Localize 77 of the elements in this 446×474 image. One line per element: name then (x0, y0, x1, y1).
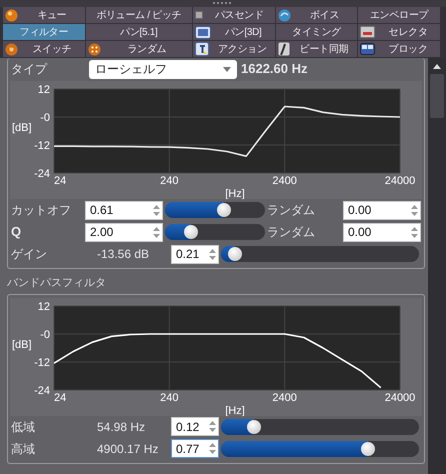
section-title: バンドパスフィルタ (7, 276, 107, 291)
value-readout: 4900.17 Hz (96, 440, 160, 458)
tab[interactable]: ビート同期 (276, 41, 358, 57)
x-tick-label: 2400 (272, 392, 297, 404)
slider[interactable] (165, 202, 265, 218)
scrollbar[interactable] (428, 58, 446, 474)
x-axis-label: [Hz] (225, 188, 245, 199)
slider[interactable] (221, 246, 419, 262)
number-field[interactable]: 0.61 (85, 200, 163, 220)
stepper-icon[interactable] (410, 202, 419, 218)
tab[interactable]: スイッチ (3, 41, 85, 57)
tab[interactable]: キュー (3, 7, 85, 23)
scroll-thumb[interactable] (430, 74, 444, 118)
field-label: 低域 (10, 418, 36, 436)
number-field[interactable]: 0.00 (343, 222, 421, 242)
x-tick-label: 24 (54, 392, 66, 404)
tab[interactable]: パスセンド (192, 7, 275, 23)
x-tick-label: 240 (160, 392, 179, 404)
dice-icon (88, 42, 101, 56)
value-readout: -13.56 dB (96, 246, 150, 263)
y-tick-label: -24 (34, 384, 50, 396)
stepper-icon[interactable] (208, 419, 217, 434)
tab[interactable]: パン[3D] (192, 24, 275, 40)
tab[interactable]: セレクタ (358, 24, 440, 40)
frequency-readout: 1622.60 Hz (241, 60, 308, 78)
orb-icon (5, 8, 18, 22)
field-label: ゲイン (10, 246, 48, 263)
y-tick-label: -0 (40, 328, 50, 340)
field-label: Q (10, 223, 22, 242)
x-tick-label: 24 (54, 175, 66, 187)
number-field[interactable]: 2.00 (85, 222, 163, 242)
number-field[interactable]: 0.12 (171, 417, 219, 436)
y-tick-label: -12 (34, 140, 50, 152)
x-axis-label: [Hz] (225, 404, 245, 416)
number-field[interactable]: 0.00 (343, 200, 421, 220)
tab[interactable]: ボイス (276, 7, 358, 23)
stepper-icon[interactable] (410, 224, 419, 240)
value-readout: 54.98 Hz (96, 418, 146, 436)
x-tick-label: 24000 (384, 175, 416, 187)
field-label: 高域 (10, 440, 36, 458)
caret-icon[interactable] (223, 66, 231, 72)
square-icon (194, 11, 203, 19)
field-label: カットオフ (10, 202, 72, 219)
y-tick-label: -24 (34, 168, 50, 180)
tab[interactable]: ブロック (358, 41, 440, 57)
grip-icon[interactable] (213, 2, 233, 5)
block-icon (360, 43, 376, 55)
stepper-icon[interactable] (208, 246, 217, 262)
stepper-icon[interactable] (152, 224, 161, 240)
y-axis-label: [dB] (12, 122, 32, 134)
type-dropdown[interactable]: ローシェルフ (89, 60, 237, 78)
field-label: ランダム (266, 224, 316, 241)
x-tick-label: 2400 (272, 175, 297, 187)
tab[interactable]: フィルター (3, 24, 85, 40)
slider[interactable] (221, 418, 419, 434)
slider[interactable] (221, 440, 419, 456)
x-tick-label: 24000 (384, 392, 416, 404)
y-tick-label: -0 (40, 112, 50, 124)
y-axis-label: [dB] (12, 338, 32, 350)
slider[interactable] (165, 224, 265, 240)
tab[interactable]: タイミング (276, 24, 358, 40)
y-tick-label: 12 (38, 300, 50, 312)
number-field[interactable]: 0.77 (171, 439, 219, 458)
tab[interactable]: エンベロープ (358, 7, 440, 23)
slider-thumb[interactable] (228, 247, 242, 261)
tab[interactable]: ランダム (86, 41, 192, 57)
tab[interactable]: ボリューム / ピッチ (86, 7, 192, 23)
tab[interactable]: アクション (192, 41, 275, 57)
tab[interactable]: パン[5.1] (86, 24, 192, 40)
stepper-icon[interactable] (152, 202, 161, 218)
y-tick-label: -12 (34, 356, 50, 368)
number-field[interactable]: 0.21 (171, 244, 219, 264)
field-label: ランダム (266, 202, 316, 219)
field-label: タイプ (10, 61, 48, 78)
y-tick-label: 12 (38, 84, 50, 96)
x-tick-label: 240 (160, 175, 179, 187)
stepper-icon[interactable] (208, 441, 217, 456)
